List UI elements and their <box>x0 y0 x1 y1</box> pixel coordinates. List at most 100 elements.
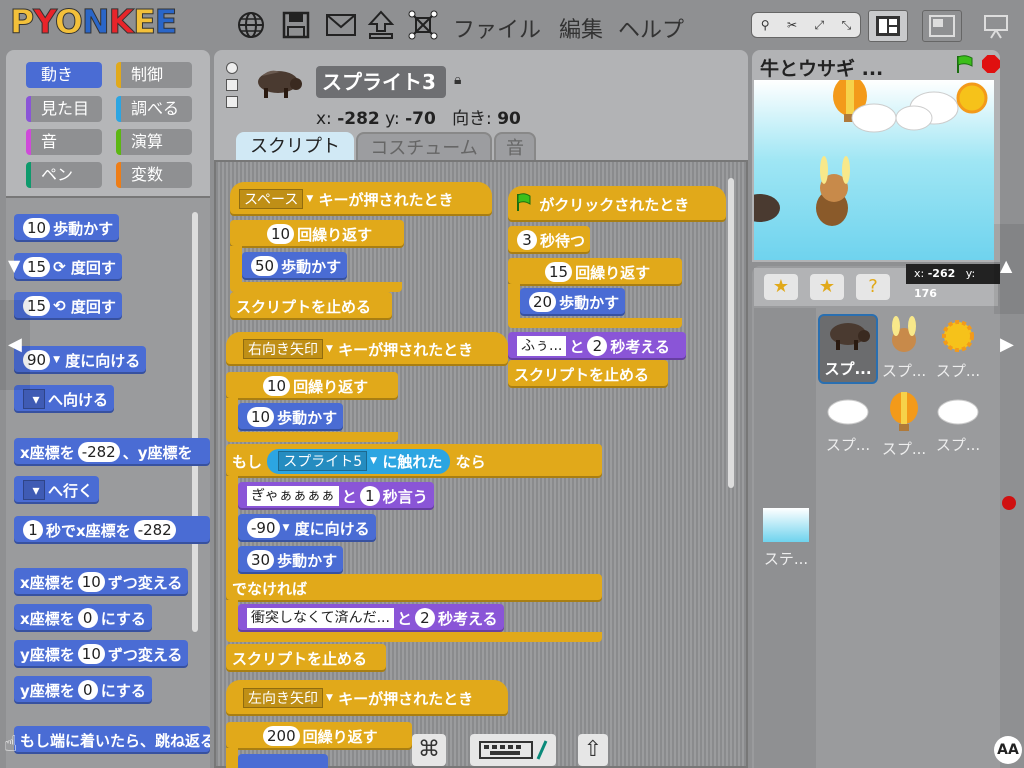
block-goto-xy[interactable]: x座標を -282 、y座標を <box>14 438 210 466</box>
stage-canvas[interactable] <box>740 76 994 260</box>
block-change-y[interactable]: y座標を 10 ずつ変える <box>14 640 189 668</box>
record-dot[interactable] <box>1002 496 1016 510</box>
choose-sprite-icon[interactable]: ★ <box>810 274 844 300</box>
bison <box>740 194 780 222</box>
sprite-thumb-sun[interactable]: スプ... <box>928 316 988 386</box>
category-control[interactable]: 制御 <box>116 62 192 88</box>
save-icon[interactable] <box>279 8 313 42</box>
tab-costumes[interactable]: コスチューム <box>356 132 492 162</box>
globe-icon[interactable] <box>234 8 268 42</box>
layout-normal-button[interactable] <box>868 10 908 42</box>
tab-sounds[interactable]: 音 <box>494 132 536 162</box>
block-goto[interactable]: ▾ へ行く <box>14 476 100 504</box>
block-set-x[interactable]: x座標を 0 にする <box>14 604 152 632</box>
hat-key-pressed-space[interactable]: スペース ▼ キーが押されたとき <box>230 182 492 216</box>
block-stop-script[interactable]: スクリプトを止める <box>226 644 386 672</box>
block-repeat[interactable]: 200 回繰り返す <box>226 722 412 750</box>
shrink-icon[interactable]: ⤡ <box>842 18 852 33</box>
sprite-thumb-balloon[interactable]: スプ... <box>874 390 934 460</box>
block-glide[interactable]: 1 秒でx座標を -282 <box>14 516 210 544</box>
block-change-x[interactable]: x座標を 10 ずつ変える <box>14 568 189 596</box>
block-move[interactable]: 20 歩動かす <box>520 288 626 316</box>
category-sensing[interactable]: 調べる <box>116 96 192 122</box>
arrow-down-icon[interactable]: ▼ <box>8 256 20 275</box>
block-say-for-secs[interactable]: ぎゃぁぁぁぁと 1 秒言う <box>238 482 434 510</box>
hat-key-pressed-left[interactable]: 左向き矢印 ▼ キーが押されたとき <box>226 680 508 716</box>
block-touching[interactable]: スプライト5 ▼ に触れた <box>267 448 451 474</box>
shift-key-icon[interactable]: ⇧ <box>578 734 608 766</box>
scissors-icon[interactable]: ✂ <box>787 18 797 32</box>
if-end <box>226 632 602 642</box>
paint-new-sprite-icon[interactable]: ★ <box>764 274 798 300</box>
mail-icon[interactable] <box>324 8 358 42</box>
block-move[interactable]: 10 歩動かす <box>14 214 120 242</box>
block-else[interactable]: でなければ <box>226 574 602 602</box>
menu-help[interactable]: ヘルプ <box>618 12 684 44</box>
hat-green-flag-clicked[interactable]: がクリックされたとき <box>508 186 726 222</box>
stamp-icon[interactable]: ⚲ <box>761 18 770 32</box>
block-repeat[interactable]: 15 回繰り返す <box>508 258 682 286</box>
block-repeat[interactable]: 10 回繰り返す <box>230 220 404 248</box>
random-sprite-icon[interactable]: ? <box>856 274 890 300</box>
block-set-y[interactable]: y座標を 0 にする <box>14 676 152 704</box>
menu-edit[interactable]: 編集 <box>559 12 603 44</box>
app-logo: PYONKEE <box>9 2 177 42</box>
palette-scrollbar[interactable] <box>192 212 198 632</box>
sprite-thumb-cloud[interactable]: スプ... <box>818 390 878 460</box>
block-think-for-secs[interactable]: 衝突しなくて済んだ... と 2 秒考える <box>238 604 504 632</box>
sprite-name-field[interactable]: スプライト3 <box>316 66 446 98</box>
block-if-else[interactable]: もし スプライト5 ▼ に触れた なら <box>226 444 602 478</box>
rotate-left-icon: ⟲ <box>53 297 66 315</box>
sprite-thumb-monkey[interactable]: スプ... <box>874 316 934 386</box>
category-pen[interactable]: ペン <box>26 162 102 188</box>
stop-button[interactable] <box>982 55 1000 73</box>
arrow-up-icon[interactable]: ▲ <box>1000 256 1012 275</box>
arrow-right-icon[interactable]: ▶ <box>1000 334 1014 355</box>
category-motion[interactable]: 動き <box>26 62 102 88</box>
category-operators[interactable]: 演算 <box>116 129 192 155</box>
layout-small-stage-button[interactable] <box>922 10 962 42</box>
hat-key-pressed-right[interactable]: 右向き矢印 ▼ キーが押されたとき <box>226 332 508 366</box>
block-wait[interactable]: 3 秒待つ <box>508 226 590 254</box>
block-move[interactable]: 10 歩動かす <box>238 403 344 431</box>
rotation-style-group <box>226 62 240 108</box>
stage-thumbnail[interactable]: ステ... <box>756 508 816 578</box>
category-looks[interactable]: 見た目 <box>26 96 102 122</box>
menu-file[interactable]: ファイル <box>453 12 541 44</box>
block-repeat[interactable]: 10 回繰り返す <box>226 372 398 400</box>
project-title: 牛とウサギ ... <box>760 58 884 80</box>
monkey <box>816 156 850 226</box>
block-stop-script[interactable]: スクリプトを止める <box>508 360 668 388</box>
keyboard-icon[interactable] <box>470 734 556 766</box>
arrow-left-icon[interactable]: ◀ <box>8 334 22 355</box>
block-turn-right[interactable]: 15 ⟳ 度回す <box>14 253 122 281</box>
sprite-position: x: -282 y: -70 向き: 90 <box>316 109 521 129</box>
category-sound[interactable]: 音 <box>26 129 102 155</box>
block-move[interactable]: 50 歩動かす <box>242 252 348 280</box>
presentation-mode-button[interactable] <box>976 10 1016 42</box>
block-move[interactable]: 30 歩動かす <box>238 546 344 574</box>
rotation-all-around-icon[interactable] <box>226 62 238 74</box>
sprite-thumb-bison[interactable]: スプ... <box>818 314 878 384</box>
lock-icon[interactable]: 🔒︎ <box>454 72 461 88</box>
grow-icon[interactable]: ⤢ <box>815 18 825 33</box>
block-point-direction[interactable]: -90 ▼ 度に向ける <box>238 514 376 542</box>
block-partial <box>238 754 328 768</box>
rotation-left-right-icon[interactable] <box>226 79 238 91</box>
block-point-direction[interactable]: 90 ▼ 度に向ける <box>14 346 147 374</box>
network-icon[interactable] <box>406 8 440 42</box>
block-bounce[interactable]: もし端に着いたら、跳ね返る <box>14 726 210 754</box>
rotation-none-icon[interactable] <box>226 96 238 108</box>
block-stop-script[interactable]: スクリプトを止める <box>230 292 392 320</box>
script-scrollbar[interactable] <box>728 178 734 488</box>
font-size-icon[interactable]: AA <box>994 736 1022 764</box>
block-think-for-secs[interactable]: ふぅ... と 2 秒考える <box>508 332 686 360</box>
repeat-end <box>230 282 402 292</box>
upload-icon[interactable] <box>364 8 398 42</box>
green-flag-button[interactable] <box>954 54 976 78</box>
category-variables[interactable]: 変数 <box>116 162 192 188</box>
block-turn-left[interactable]: 15 ⟲ 度回す <box>14 292 122 320</box>
command-key-icon[interactable]: ⌘ <box>412 734 446 766</box>
tab-scripts[interactable]: スクリプト <box>236 132 354 162</box>
sprite-thumb-cloud-2[interactable]: スプ... <box>928 390 988 460</box>
